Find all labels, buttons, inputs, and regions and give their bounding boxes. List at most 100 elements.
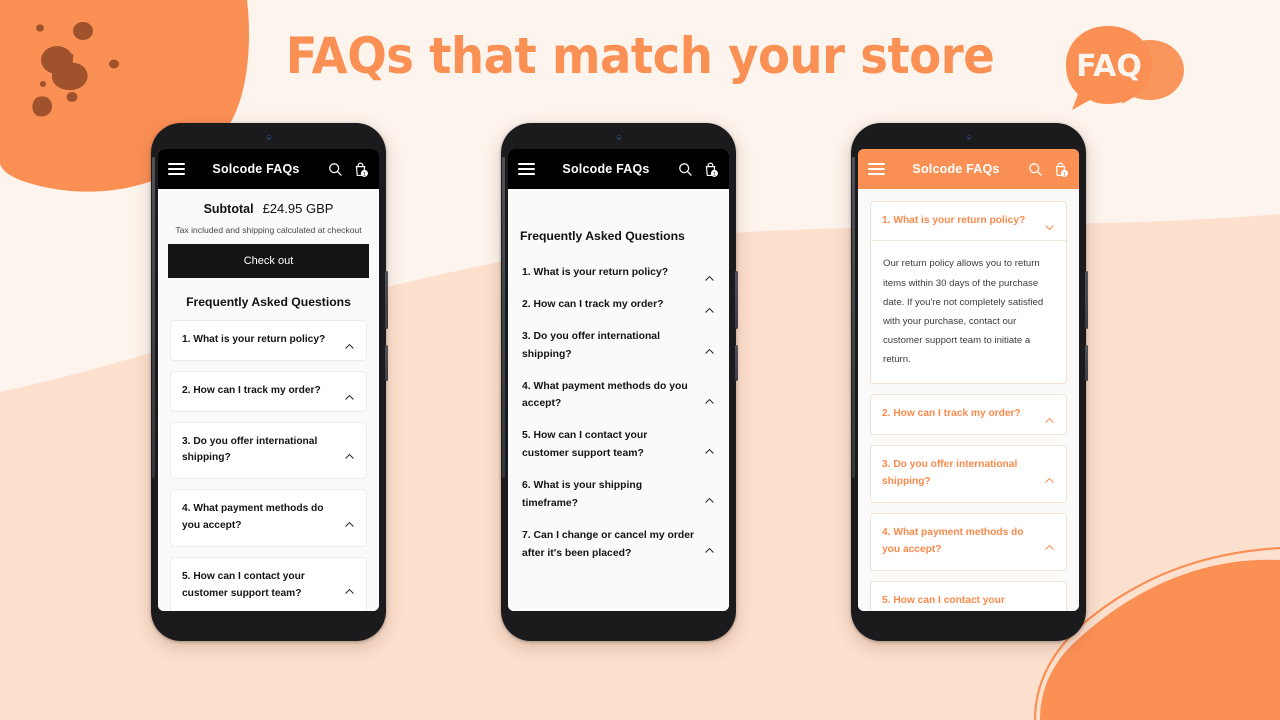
front-camera-icon bbox=[616, 135, 621, 140]
faq-item[interactable]: 2. How can I track my order? bbox=[508, 289, 729, 321]
faq-section-title: Frequently Asked Questions bbox=[508, 189, 729, 257]
faq-item[interactable]: 1. What is your return policy? bbox=[170, 320, 367, 361]
faq-item[interactable]: 5. How can I contact your customer suppo… bbox=[508, 420, 729, 470]
search-icon[interactable] bbox=[1027, 161, 1044, 178]
chevron-up-icon bbox=[704, 541, 715, 554]
subtotal-label: Subtotal bbox=[203, 202, 254, 216]
shopping-bag-icon[interactable]: 1 bbox=[352, 161, 369, 178]
search-icon[interactable] bbox=[327, 161, 344, 178]
faq-question: 1. What is your return policy? bbox=[182, 334, 326, 345]
chevron-up-icon bbox=[344, 447, 355, 459]
cart-summary: Subtotal £24.95 GBP Tax included and shi… bbox=[158, 189, 379, 278]
faq-item[interactable]: 4. What payment methods do you accept? bbox=[508, 371, 729, 421]
faq-logo: FAQ bbox=[1064, 18, 1192, 114]
search-icon[interactable] bbox=[677, 161, 694, 178]
page-title: FAQs that match your store bbox=[285, 27, 995, 85]
faq-question: 2. How can I track my order? bbox=[522, 298, 664, 310]
power-button[interactable] bbox=[735, 345, 738, 381]
faq-item[interactable]: 6. What is your shipping timeframe? bbox=[508, 470, 729, 520]
app-bar: Solcode FAQs 1 bbox=[158, 149, 379, 189]
volume-button[interactable] bbox=[385, 271, 388, 329]
faq-section-title: Frequently Asked Questions bbox=[158, 278, 379, 320]
faq-question: 3. Do you offer international shipping? bbox=[182, 435, 318, 464]
faq-item[interactable]: 2. How can I track my order? bbox=[170, 370, 367, 412]
faq-question: 4. What payment methods do you accept? bbox=[182, 503, 324, 532]
hamburger-icon[interactable] bbox=[868, 163, 885, 175]
hamburger-icon[interactable] bbox=[168, 163, 185, 175]
chevron-up-icon bbox=[704, 392, 715, 404]
phone2-screen: Solcode FAQs 1 Frequently Asked Question… bbox=[508, 149, 729, 611]
faq-item[interactable]: 1. What is your return policy? bbox=[508, 257, 729, 289]
power-button[interactable] bbox=[385, 345, 388, 381]
faq-answer: Our return policy allows you to return i… bbox=[871, 240, 1066, 383]
chevron-up-icon bbox=[704, 301, 715, 314]
chevron-up-icon bbox=[344, 582, 355, 595]
faq-question: 3. Do you offer international shipping? bbox=[522, 330, 660, 360]
app-title: Solcode FAQs bbox=[562, 162, 650, 176]
power-button[interactable] bbox=[1085, 345, 1088, 381]
app-title: Solcode FAQs bbox=[212, 162, 300, 176]
faq-question: 4. What payment methods do you accept? bbox=[522, 380, 688, 410]
front-camera-icon bbox=[966, 135, 971, 140]
svg-text:FAQ: FAQ bbox=[1076, 49, 1142, 84]
phone3-screen: Solcode FAQs 1 1. What is your return po… bbox=[858, 149, 1079, 611]
volume-button[interactable] bbox=[1085, 271, 1088, 329]
app-bar: Solcode FAQs 1 bbox=[858, 149, 1079, 189]
faq-item[interactable]: 5. How can I contact your customer suppo… bbox=[170, 556, 367, 611]
faq-item[interactable]: 5. How can I contact your customer suppo… bbox=[870, 580, 1067, 611]
faq-item[interactable]: 2. How can I track my order? bbox=[870, 394, 1067, 436]
faq-item[interactable]: 4. What payment methods do you accept? bbox=[170, 489, 367, 547]
phone-mockup-themed: Solcode FAQs 1 1. What is your return po… bbox=[851, 123, 1088, 641]
chevron-up-icon bbox=[344, 388, 355, 400]
hamburger-icon[interactable] bbox=[518, 163, 535, 175]
faq-question: 7. Can I change or cancel my order after… bbox=[522, 529, 695, 559]
faq-list[interactable]: 1. What is your return policy? 2. How ca… bbox=[158, 320, 379, 611]
cart-badge-count: 1 bbox=[363, 171, 366, 177]
chevron-up-icon bbox=[344, 337, 355, 349]
chevron-up-icon bbox=[1044, 538, 1055, 551]
cart-badge-count: 1 bbox=[1063, 171, 1066, 177]
chevron-up-icon bbox=[704, 269, 715, 282]
faq-item[interactable]: 7. Can I change or cancel my order after… bbox=[508, 520, 729, 570]
faq-question: 3. Do you offer international shipping? bbox=[882, 459, 1018, 488]
faq-question: 2. How can I track my order? bbox=[882, 408, 1021, 420]
front-camera-icon bbox=[266, 135, 271, 140]
subtotal-row: Subtotal £24.95 GBP bbox=[168, 201, 369, 216]
faq-question: 1. What is your return policy? bbox=[522, 267, 669, 278]
faq-item[interactable]: 3. Do you offer international shipping? bbox=[508, 321, 729, 371]
faq-list[interactable]: 1. What is your return policy? 2. How ca… bbox=[508, 257, 729, 611]
faq-question: 2. How can I track my order? bbox=[182, 384, 321, 396]
faq-question: 5. How can I contact your customer suppo… bbox=[882, 594, 1005, 606]
volume-button[interactable] bbox=[735, 271, 738, 329]
phone-mockup-cart: Solcode FAQs 1 Subtotal £24.95 GBP Tax i… bbox=[151, 123, 388, 641]
chevron-up-icon bbox=[704, 342, 715, 354]
tax-note: Tax included and shipping calculated at … bbox=[175, 225, 362, 235]
checkout-button[interactable]: Check out bbox=[168, 244, 369, 278]
chevron-up-icon bbox=[1044, 606, 1055, 611]
chevron-up-icon bbox=[704, 492, 715, 504]
faq-question: 1. What is your return policy? bbox=[882, 215, 1026, 226]
faq-list[interactable]: 1. What is your return policy? Our retur… bbox=[858, 189, 1079, 611]
faq-question: 6. What is your shipping timeframe? bbox=[522, 480, 643, 510]
faq-item[interactable]: 4. What payment methods do you accept? bbox=[870, 512, 1067, 571]
shopping-bag-icon[interactable]: 1 bbox=[702, 161, 719, 178]
chevron-down-icon bbox=[1044, 218, 1055, 230]
faq-question: 5. How can I contact your customer suppo… bbox=[522, 430, 648, 460]
faq-question: 4. What payment methods do you accept? bbox=[882, 526, 1024, 555]
chevron-up-icon bbox=[1044, 411, 1055, 424]
phone-mockup-plain: Solcode FAQs 1 Frequently Asked Question… bbox=[501, 123, 738, 641]
faq-item[interactable]: 3. Do you offer international shipping? bbox=[870, 445, 1067, 503]
app-bar: Solcode FAQs 1 bbox=[508, 149, 729, 189]
subtotal-value: £24.95 GBP bbox=[262, 201, 334, 216]
app-title: Solcode FAQs bbox=[912, 162, 1000, 176]
chevron-up-icon bbox=[704, 442, 715, 454]
faq-item[interactable]: 3. Do you offer international shipping? bbox=[170, 421, 367, 480]
phone1-screen: Solcode FAQs 1 Subtotal £24.95 GBP Tax i… bbox=[158, 149, 379, 611]
cart-badge-count: 1 bbox=[713, 171, 716, 177]
chevron-up-icon bbox=[1044, 471, 1055, 483]
faq-item-header[interactable]: 1. What is your return policy? bbox=[871, 202, 1066, 240]
shopping-bag-icon[interactable]: 1 bbox=[1052, 161, 1069, 178]
chevron-up-icon bbox=[344, 515, 355, 527]
faq-item-expanded[interactable]: 1. What is your return policy? Our retur… bbox=[870, 201, 1067, 385]
faq-question: 5. How can I contact your customer suppo… bbox=[182, 570, 305, 599]
